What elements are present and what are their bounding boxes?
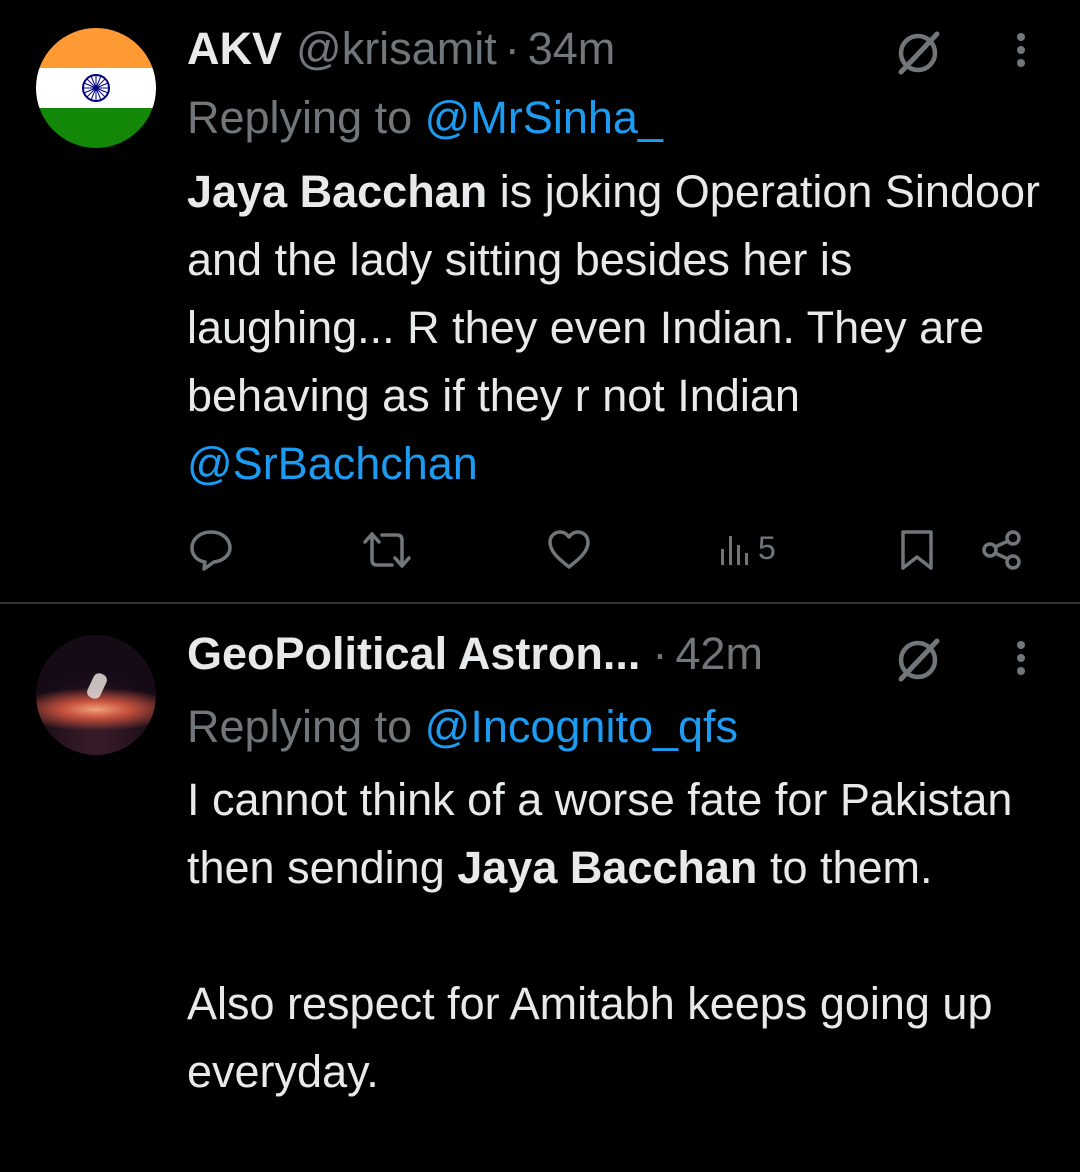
views-icon	[721, 535, 748, 565]
more-icon[interactable]	[1010, 638, 1032, 686]
timestamp[interactable]: 42m	[675, 631, 763, 676]
share-icon[interactable]	[980, 528, 1024, 572]
tweet-header: GeoPolitical Astron... · 42m	[187, 631, 763, 676]
mention-link[interactable]: @SrBachchan	[187, 438, 478, 489]
tweet-akv[interactable]: AKV @krisamit · 34m Replying to @MrSinha…	[0, 0, 1080, 602]
author-name[interactable]: AKV	[187, 26, 282, 71]
avatar[interactable]	[36, 635, 156, 755]
astronaut-figure	[85, 671, 109, 701]
ashoka-chakra-icon	[82, 74, 110, 102]
views-value: 5	[758, 530, 776, 566]
views-count[interactable]: 5	[718, 530, 776, 567]
separator-dot: ·	[504, 23, 520, 74]
separator-dot: ·	[652, 628, 668, 679]
replying-to-label: Replying to	[187, 701, 413, 752]
replying-to-label: Replying to	[187, 92, 413, 143]
action-bar: 5	[0, 528, 1080, 572]
tweet-geopolitical-astronaut[interactable]: GeoPolitical Astron... · 42m Replying to…	[0, 604, 1080, 1172]
tweet-paragraph-2: Also respect for Amitabh keeps going up …	[187, 978, 993, 1097]
timestamp[interactable]: 34m	[528, 26, 616, 71]
replying-to: Replying to @Incognito_qfs	[187, 704, 738, 749]
replying-to-handle[interactable]: @Incognito_qfs	[425, 701, 738, 752]
bold-text: Jaya Bacchan	[187, 166, 488, 217]
replying-to-handle[interactable]: @MrSinha_	[425, 92, 663, 143]
bookmark-icon[interactable]	[899, 528, 935, 572]
replying-to: Replying to @MrSinha_	[187, 95, 663, 140]
grok-icon[interactable]	[893, 635, 943, 685]
bold-text: Jaya Bacchan	[457, 842, 758, 893]
reply-icon[interactable]	[188, 528, 234, 572]
tweet-header: AKV @krisamit · 34m	[187, 26, 615, 71]
tweet-text: I cannot think of a worse fate for Pakis…	[187, 766, 1067, 1106]
tweet-text: Jaya Bacchan is joking Operation Sindoor…	[187, 158, 1067, 498]
author-handle[interactable]: @krisamit	[296, 26, 497, 71]
grok-icon[interactable]	[893, 28, 943, 78]
avatar[interactable]	[36, 28, 156, 148]
author-name[interactable]: GeoPolitical Astron...	[187, 631, 640, 676]
tweet-text-content: to them.	[757, 842, 933, 893]
more-icon[interactable]	[1010, 30, 1032, 78]
like-icon[interactable]	[547, 528, 591, 572]
retweet-icon[interactable]	[362, 528, 412, 572]
